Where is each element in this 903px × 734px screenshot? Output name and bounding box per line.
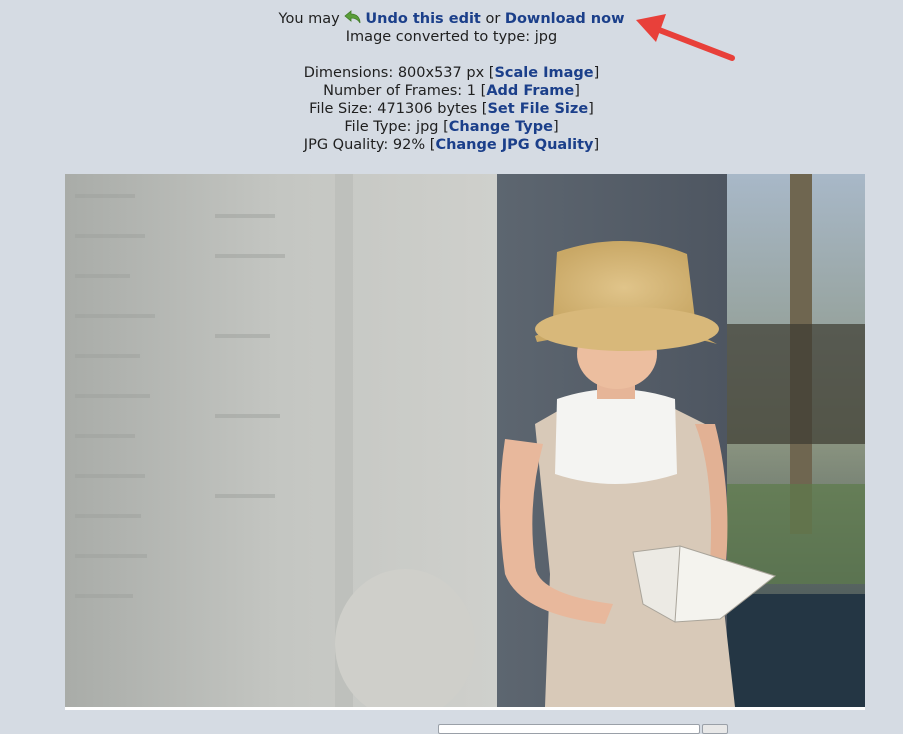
dimensions-text: Dimensions: 800x537 px: [303, 65, 485, 81]
set-file-size-link[interactable]: Set File Size: [487, 101, 588, 117]
undo-arrow-icon[interactable]: [344, 10, 362, 24]
add-frame-link[interactable]: Add Frame: [486, 83, 574, 99]
converted-line: Image converted to type: jpg: [345, 29, 558, 45]
frames-line: Number of Frames: 1 [Add Frame]: [323, 83, 580, 99]
undo-edit-link[interactable]: Undo this edit: [365, 11, 481, 27]
red-arrow-icon: [636, 14, 735, 61]
quality-line: JPG Quality: 92% [Change JPG Quality]: [303, 137, 600, 153]
filetype-text: File Type: jpg: [344, 119, 439, 135]
or-label: or: [485, 11, 501, 27]
scale-image-link[interactable]: Scale Image: [494, 65, 593, 81]
action-line: You may Undo this edit or Download now: [0, 10, 903, 28]
dimensions-line: Dimensions: 800x537 px [Scale Image]: [303, 65, 600, 81]
quality-text: JPG Quality: 92%: [303, 137, 426, 153]
bottom-input[interactable]: [438, 724, 700, 734]
frames-text: Number of Frames: 1: [323, 83, 477, 99]
filesize-text: File Size: 471306 bytes: [309, 101, 478, 117]
image-info-panel: You may Undo this edit or Download now I…: [0, 10, 903, 154]
change-type-link[interactable]: Change Type: [449, 119, 553, 135]
download-now-link[interactable]: Download now: [505, 11, 625, 27]
change-jpg-quality-link[interactable]: Change JPG Quality: [435, 137, 593, 153]
photo-illustration: [65, 174, 865, 707]
you-may-label: You may: [278, 11, 340, 27]
image-bottom-border: [65, 707, 865, 710]
filetype-line: File Type: jpg [Change Type]: [344, 119, 559, 135]
bottom-button[interactable]: [702, 724, 728, 734]
converted-image-preview: [65, 174, 865, 707]
filesize-line: File Size: 471306 bytes [Set File Size]: [309, 101, 594, 117]
